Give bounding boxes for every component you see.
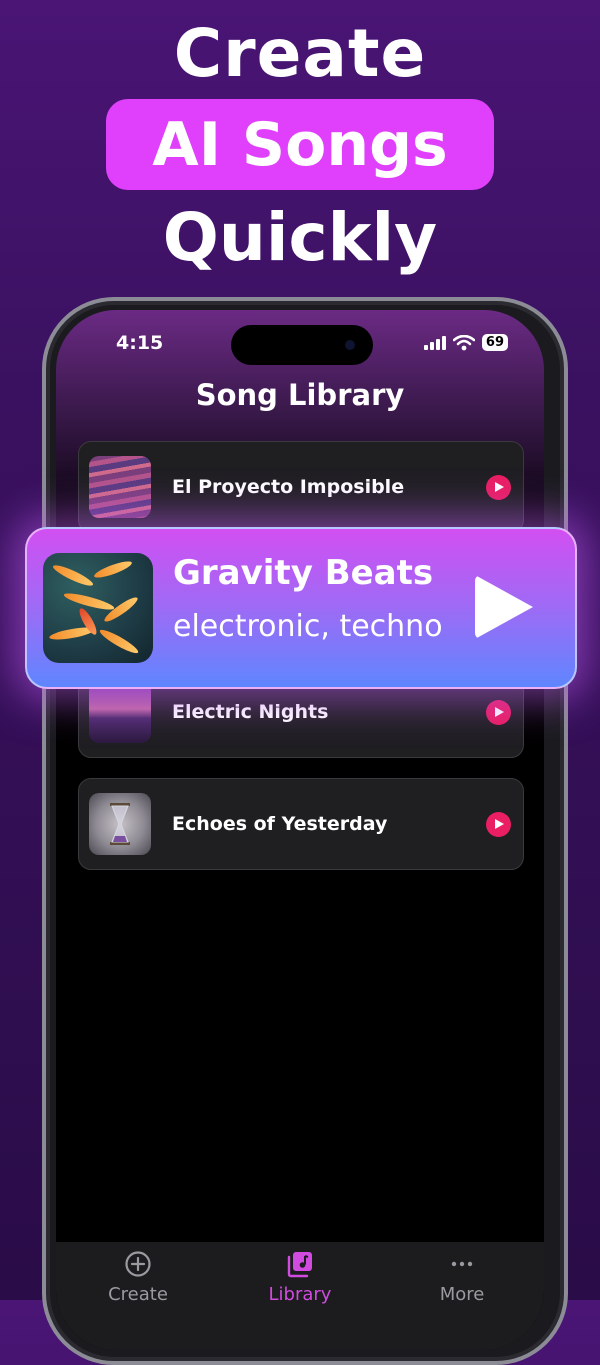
song-artwork	[89, 456, 151, 518]
promo-headline-ai-songs: AI Songs	[152, 109, 448, 180]
dynamic-island	[231, 325, 373, 365]
play-icon[interactable]	[486, 812, 511, 837]
tab-library[interactable]: Library	[220, 1250, 380, 1305]
featured-song-title: Gravity Beats	[173, 553, 434, 593]
status-time: 4:15	[116, 332, 164, 354]
more-dots-icon	[451, 1261, 473, 1267]
promo-headline-create: Create	[173, 15, 427, 92]
play-icon[interactable]	[475, 575, 533, 639]
page-title: Song Library	[195, 378, 405, 412]
featured-song-genre: electronic, techno	[173, 609, 443, 644]
hourglass-icon	[110, 803, 130, 845]
featured-artwork	[43, 553, 153, 663]
song-artwork	[89, 793, 151, 855]
plus-circle-icon	[125, 1251, 151, 1277]
song-title: El Proyecto Imposible	[172, 476, 405, 498]
featured-song-card[interactable]: Gravity Beats electronic, techno	[25, 527, 577, 689]
song-card[interactable]: Echoes of Yesterday	[78, 778, 524, 870]
promo-headline-quickly: Quickly	[162, 199, 438, 276]
camera-dot	[345, 340, 355, 350]
tab-bar: Create Library More	[56, 1242, 544, 1350]
battery-icon: 69	[481, 334, 508, 351]
tab-label: Create	[108, 1284, 168, 1305]
music-library-icon	[287, 1252, 312, 1278]
wifi-icon	[452, 334, 475, 350]
tab-label: Library	[268, 1284, 332, 1305]
app-screen: 4:15 69 Song Library El Proyecto Imposib…	[56, 310, 544, 1350]
tab-create[interactable]: Create	[58, 1250, 218, 1305]
tab-more[interactable]: More	[382, 1250, 542, 1305]
status-icons: 69	[423, 334, 508, 351]
play-icon[interactable]	[486, 700, 511, 725]
tab-label: More	[439, 1284, 485, 1305]
play-icon[interactable]	[486, 475, 511, 500]
song-title: Echoes of Yesterday	[172, 813, 388, 835]
song-artwork	[89, 681, 151, 743]
promo-headline-pill: AI Songs	[106, 99, 494, 190]
song-card[interactable]: El Proyecto Imposible	[78, 441, 524, 533]
cellular-signal-icon	[423, 335, 446, 350]
